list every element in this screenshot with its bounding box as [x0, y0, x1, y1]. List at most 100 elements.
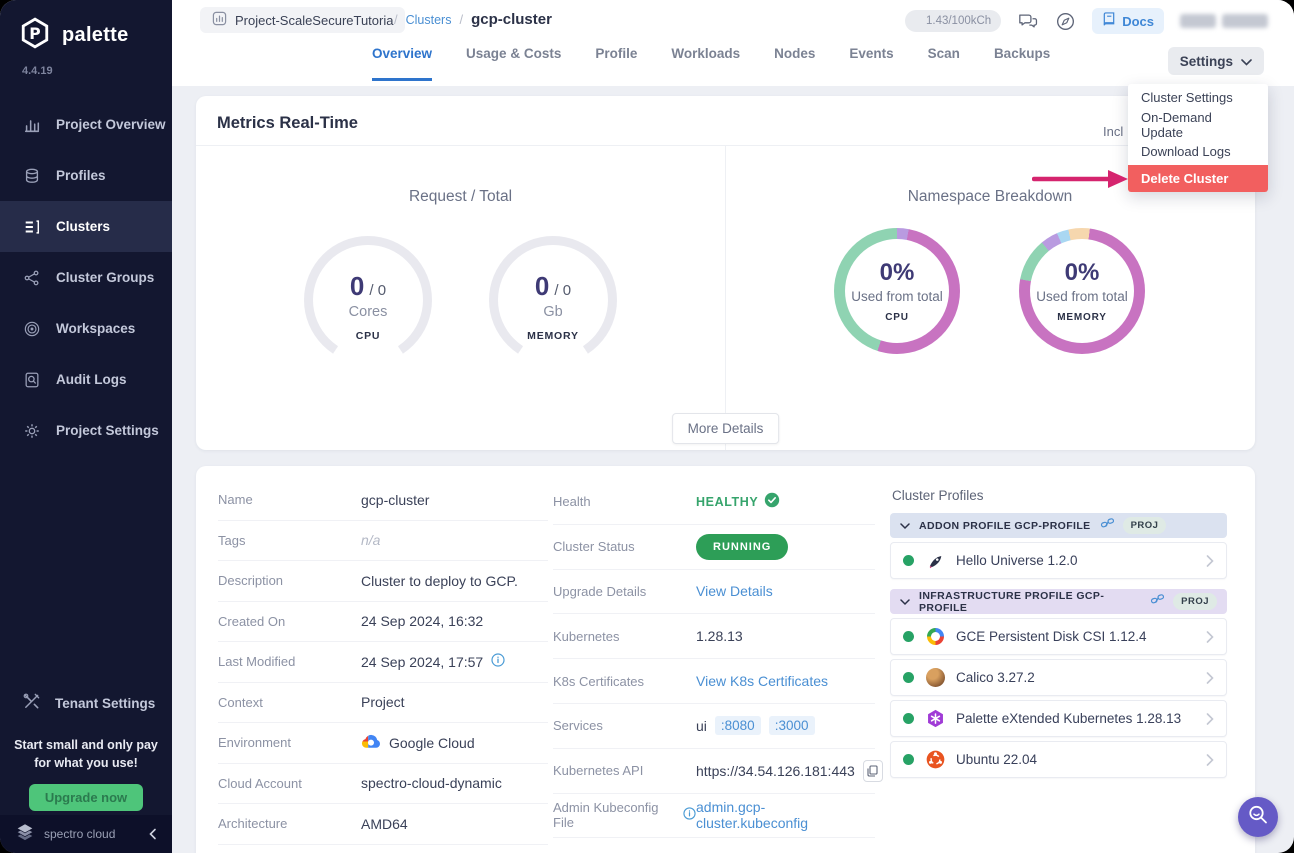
sidebar-item-label: Audit Logs: [56, 372, 127, 387]
cluster-profiles-section: Cluster Profiles ADDON PROFILE GCP-PROFI…: [890, 480, 1227, 778]
info-icon[interactable]: [683, 807, 696, 823]
cpu-gauge-total: / 0: [369, 282, 386, 299]
service-port-link[interactable]: :3000: [769, 716, 815, 735]
sidebar-item-project-settings[interactable]: Project Settings: [0, 405, 172, 456]
link-icon[interactable]: [1150, 593, 1164, 611]
collapse-sidebar-icon[interactable]: [148, 828, 158, 840]
redacted-text: [1180, 14, 1216, 28]
info-icon[interactable]: [491, 653, 505, 670]
sidebar-item-tenant-settings[interactable]: Tenant Settings: [0, 681, 172, 725]
compass-icon[interactable]: [1055, 11, 1076, 32]
cpu-donut-metric-label: CPU: [885, 312, 909, 323]
chevron-right-icon: [1206, 672, 1214, 684]
sidebar-item-label: Workspaces: [56, 321, 135, 336]
menu-item-on-demand-update[interactable]: On-Demand Update: [1128, 111, 1268, 138]
usage-quota-badge: 1.43/100kCh: [905, 10, 1001, 32]
cpu-donut-percent: 0%: [880, 259, 915, 287]
sidebar-item-clusters[interactable]: Clusters: [0, 201, 172, 252]
tab-scan[interactable]: Scan: [928, 46, 960, 78]
menu-item-download-logs[interactable]: Download Logs: [1128, 138, 1268, 165]
pxk-icon: [925, 709, 945, 729]
check-circle-icon: [764, 492, 780, 511]
addon-profile-band[interactable]: ADDON PROFILE GCP-PROFILE PROJ: [890, 513, 1227, 538]
upgrade-now-button[interactable]: Upgrade now: [29, 784, 143, 811]
sidebar-footer: spectro cloud: [0, 815, 172, 853]
detail-row-services: Services ui :8080 :3000: [553, 704, 875, 749]
tab-usage-costs[interactable]: Usage & Costs: [466, 46, 561, 78]
settings-button[interactable]: Settings: [1168, 47, 1264, 75]
palette-logo-icon: P: [18, 16, 52, 55]
docs-button[interactable]: Docs: [1092, 8, 1164, 34]
hello-universe-icon: [925, 551, 945, 571]
cpu-gauge: 0 / 0 Cores CPU: [304, 236, 432, 364]
tab-backups[interactable]: Backups: [994, 46, 1050, 78]
menu-item-delete-cluster[interactable]: Delete Cluster: [1128, 165, 1268, 192]
cpu-gauge-metric-label: CPU: [356, 330, 381, 342]
profile-pack-calico[interactable]: Calico 3.27.2: [890, 659, 1227, 696]
detail-row-health: Health HEALTHY: [553, 480, 875, 525]
sidebar-item-label: Cluster Groups: [56, 270, 154, 285]
project-selector-chip[interactable]: Project-ScaleSecureTutoria: [200, 7, 405, 33]
menu-item-cluster-settings[interactable]: Cluster Settings: [1128, 84, 1268, 111]
details-column-left: Name gcp-cluster Tags n/a Description Cl…: [218, 480, 548, 845]
sidebar: P palette 4.4.19 Project Overview Profil…: [0, 0, 172, 853]
profile-pack-palette-extended-kubernetes[interactable]: Palette eXtended Kubernetes 1.28.13: [890, 700, 1227, 737]
tab-profile[interactable]: Profile: [595, 46, 637, 78]
sidebar-nav: Project Overview Profiles Clusters Clust…: [0, 99, 172, 456]
google-cloud-icon: [361, 734, 381, 752]
infrastructure-profile-band[interactable]: INFRASTRUCTURE PROFILE GCP-PROFILE PROJ: [890, 589, 1227, 614]
view-k8s-certificates-link[interactable]: View K8s Certificates: [696, 673, 828, 689]
tab-events[interactable]: Events: [849, 46, 893, 78]
profile-pack-gce-disk[interactable]: GCE Persistent Disk CSI 1.12.4: [890, 618, 1227, 655]
search-help-widget-button[interactable]: [1238, 797, 1278, 837]
chevron-down-icon: [900, 593, 910, 611]
detail-label: Created On: [218, 614, 361, 629]
cluster-profiles-heading: Cluster Profiles: [892, 488, 1227, 503]
view-details-link[interactable]: View Details: [696, 583, 773, 599]
promo-text: Start small and only pay for what you us…: [0, 736, 172, 772]
detail-row-last-modified: Last Modified 24 Sep 2024, 17:57: [218, 642, 548, 683]
service-port-link[interactable]: :8080: [715, 716, 761, 735]
tab-workloads[interactable]: Workloads: [671, 46, 740, 78]
copy-icon[interactable]: [863, 760, 883, 782]
sidebar-item-label: Tenant Settings: [55, 696, 155, 711]
annotation-arrow: [1032, 168, 1130, 195]
memory-gauge-metric-label: MEMORY: [527, 330, 579, 342]
breadcrumb-clusters-link[interactable]: Clusters: [406, 13, 452, 27]
gce-disk-icon: [925, 627, 945, 647]
chat-icon[interactable]: [1017, 11, 1039, 31]
pack-status-dot: [903, 672, 914, 683]
pack-status-dot: [903, 713, 914, 724]
redacted-text: [1222, 14, 1268, 28]
memory-gauge-total: / 0: [554, 282, 571, 299]
request-total-title: Request / Total: [196, 188, 725, 206]
metrics-card-title: Metrics Real-Time: [217, 114, 358, 133]
sidebar-item-workspaces[interactable]: Workspaces: [0, 303, 172, 354]
sidebar-item-project-overview[interactable]: Project Overview: [0, 99, 172, 150]
status-badge: RUNNING: [696, 534, 788, 560]
more-details-button[interactable]: More Details: [672, 413, 780, 444]
detail-value: 1.28.13: [696, 628, 743, 644]
sidebar-item-profiles[interactable]: Profiles: [0, 150, 172, 201]
detail-label: Admin Kubeconfig File: [553, 800, 677, 830]
tab-overview[interactable]: Overview: [372, 46, 432, 81]
sidebar-item-label: Project Settings: [56, 423, 159, 438]
project-chip-label: Project-ScaleSecureTutoria: [235, 13, 393, 28]
sidebar-item-cluster-groups[interactable]: Cluster Groups: [0, 252, 172, 303]
tab-nodes[interactable]: Nodes: [774, 46, 815, 78]
user-account-redacted[interactable]: [1180, 14, 1268, 28]
breadcrumb-separator: /: [394, 12, 398, 27]
profile-pack-ubuntu[interactable]: Ubuntu 22.04: [890, 741, 1227, 778]
breadcrumb-separator: /: [459, 12, 463, 27]
namespace-memory-donut-chart: 0% Used from total MEMORY: [1019, 228, 1145, 354]
kubeconfig-download-link[interactable]: admin.gcp-cluster.kubeconfig: [696, 799, 875, 831]
namespace-cpu-donut-chart: 0% Used from total CPU: [834, 228, 960, 354]
sidebar-item-label: Profiles: [56, 168, 106, 183]
profile-pack-hello-universe[interactable]: Hello Universe 1.2.0: [890, 542, 1227, 579]
link-icon[interactable]: [1100, 517, 1114, 535]
settings-button-label: Settings: [1180, 54, 1233, 69]
cpu-gauge-unit: Cores: [349, 304, 388, 320]
sidebar-item-audit-logs[interactable]: Audit Logs: [0, 354, 172, 405]
detail-label: Description: [218, 573, 361, 588]
chevron-right-icon: [1206, 754, 1214, 766]
